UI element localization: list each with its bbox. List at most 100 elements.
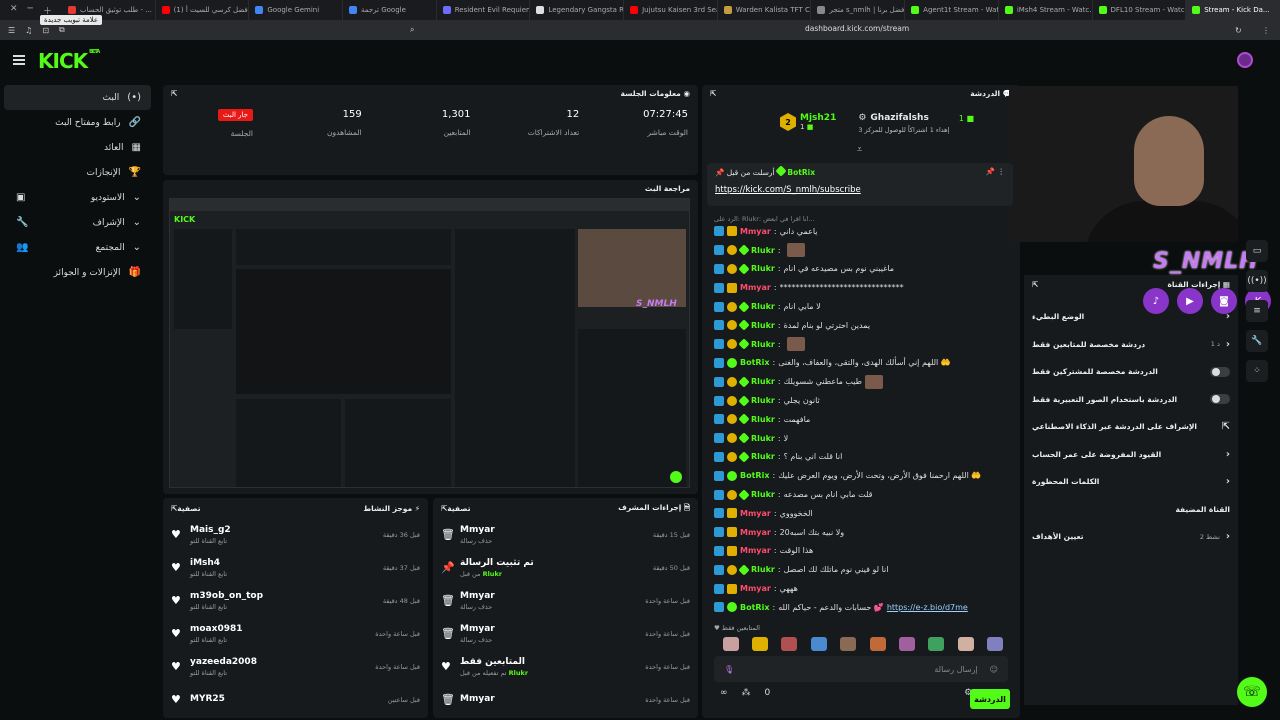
extensions-icon[interactable]: ⧉ <box>59 25 65 35</box>
supporter-emote[interactable] <box>987 637 1004 651</box>
apps-icon[interactable]: ⁘ <box>1246 360 1268 382</box>
supporter-emote[interactable] <box>899 637 916 651</box>
chat-username[interactable]: Rlukr <box>751 415 775 424</box>
chat-message[interactable]: Mmyar: هذا الوقت <box>702 542 1020 561</box>
supporter-emote[interactable] <box>781 637 798 651</box>
chat-username[interactable]: Mmyar <box>740 584 771 593</box>
stream-preview-video[interactable]: KICK S_NMLH <box>169 198 690 488</box>
help-chat-icon[interactable]: ☏ <box>1237 677 1267 707</box>
chat-message[interactable]: Mmyar: ياعمي داني <box>702 222 1020 241</box>
sidebar-item[interactable]: 🔧 الإشراف ⌄ <box>4 210 151 235</box>
browser-tab[interactable]: Jujutsu Kaisen 3rd Season ... <box>624 0 718 20</box>
activity-filter[interactable]: تصفية <box>177 504 200 513</box>
toggle-switch[interactable] <box>1210 366 1230 377</box>
chat-username[interactable]: BotRix <box>740 471 769 480</box>
chat-username[interactable]: Mmyar <box>740 528 771 537</box>
hamburger-menu-icon[interactable] <box>13 55 25 65</box>
chat-message[interactable]: Rlukr: <box>702 335 1020 354</box>
more-icon[interactable]: ⋮ <box>1262 26 1270 35</box>
channel-action-row[interactable]: القناة المضيفة <box>1024 496 1238 524</box>
chat-bubble-icon[interactable]: ▭ <box>1246 240 1268 262</box>
chevron-down-icon[interactable]: ⩡ <box>857 145 862 155</box>
popout-icon[interactable]: ⇱ <box>710 89 716 98</box>
channel-action-row[interactable]: الإشراف على الدردشة عبر الذكاء الاصطناعي… <box>1024 413 1238 441</box>
supporter-emote[interactable] <box>810 637 827 651</box>
channel-action-row[interactable]: دردشة مخصصة للمتابعين فقط 1 د › <box>1024 331 1238 359</box>
chat-username[interactable]: Rlukr <box>751 377 775 386</box>
chat-message[interactable]: Mmyar: هههي <box>702 579 1020 598</box>
sidebar-item[interactable]: العائد ▦ <box>4 135 151 160</box>
chat-message[interactable]: Rlukr: طيب ماعطني شسويلك <box>702 372 1020 391</box>
chat-username[interactable]: Rlukr <box>751 302 775 311</box>
chat-username[interactable]: Mmyar <box>740 546 771 555</box>
chat-username[interactable]: Rlukr <box>751 321 775 330</box>
chat-username[interactable]: Mmyar <box>740 227 771 236</box>
popout-icon[interactable]: ⇱ <box>1032 280 1038 289</box>
activity-row[interactable]: ♥ iMsh4 تابع القناة للتو قبل 37 دقيقة <box>163 551 428 584</box>
chat-message[interactable]: BotRix: حسابات والدعم - حياكم الله 💕 htt… <box>702 598 1020 617</box>
menu-icon[interactable]: ☰ <box>8 26 15 35</box>
chat-message[interactable]: Mmyar: الخخوووي <box>702 504 1020 523</box>
chat-username[interactable]: Rlukr <box>751 264 775 273</box>
chat-username[interactable]: Mmyar <box>740 283 771 292</box>
close-window-icon[interactable]: ✕ <box>10 4 18 17</box>
chat-username[interactable]: Rlukr <box>751 246 775 255</box>
supporter-emote[interactable] <box>957 637 974 651</box>
search-icon[interactable]: ⌕ <box>410 25 414 35</box>
chat-username[interactable]: Rlukr <box>751 396 775 405</box>
chat-message[interactable]: Rlukr: مافهمت <box>702 410 1020 429</box>
chat-message[interactable]: Mmyar: ******************************* <box>702 278 1020 297</box>
browser-tab[interactable]: Resident Evil Requiem <box>437 0 531 20</box>
mod-action-row[interactable]: ♥ المتابعين فقط تم تفعيله من قبل Rlukr قبل … <box>433 650 698 683</box>
activity-row[interactable]: ♥ Mais_g2 تابع القناة للتو قبل 36 دقيقة <box>163 518 428 551</box>
chat-message[interactable]: Rlukr: ماغيبني نوم بس مصيدعه في انام <box>702 260 1020 279</box>
mod-action-row[interactable]: 🗑 Mmyar حذف رسالة قبل ساعة واحدة <box>433 584 698 617</box>
channel-action-row[interactable]: الوضع البطيء › <box>1024 303 1238 331</box>
browser-tab[interactable]: Warden Kalista TFT Com... <box>718 0 812 20</box>
chat-message[interactable]: BotRix: اللهم إني أسألك الهدى، والتقى، و… <box>702 354 1020 373</box>
mod-action-row[interactable]: 🗑 Mmyar قبل ساعة واحدة <box>433 683 698 716</box>
chat-link[interactable]: https://e-z.bio/d7me <box>887 603 968 612</box>
channel-action-row[interactable]: القيود المفروضة على عمر الحساب › <box>1024 441 1238 469</box>
infinity-icon[interactable]: ∞ <box>720 688 728 698</box>
browser-tab[interactable]: (1) أفضل كرسي للسيت أ... <box>156 0 250 20</box>
layers-icon[interactable]: ≡ <box>1246 300 1268 322</box>
popout-icon[interactable]: ⇱ <box>171 89 177 98</box>
supporter-emote[interactable] <box>840 637 857 651</box>
minimize-window-icon[interactable]: ─ <box>28 4 33 17</box>
channel-action-row[interactable]: الكلمات المحظورة › <box>1024 468 1238 496</box>
chat-username[interactable]: Rlukr <box>751 565 775 574</box>
browser-tab[interactable]: Agent1t Stream - Watch ... <box>905 0 999 20</box>
supporter-emote[interactable] <box>869 637 886 651</box>
pinned-link[interactable]: https://kick.com/S_nmlh/subscribe <box>715 185 1005 195</box>
chat-username[interactable]: Rlukr <box>751 452 775 461</box>
reload-icon[interactable]: ↻ <box>1235 26 1242 35</box>
sidebar-item[interactable]: الإنزالات و الجوائز 🎁 <box>4 260 151 285</box>
sidebar-item[interactable]: البث (•) <box>4 85 151 110</box>
broadcast-icon[interactable]: ((•)) <box>1246 270 1268 292</box>
browser-tab[interactable]: DFL10 Stream - Watch ... <box>1093 0 1187 20</box>
chat-message[interactable]: Rlukr: <box>702 241 1020 260</box>
activity-row[interactable]: ♥ MYR25 قبل ساعتين <box>163 683 428 716</box>
activity-row[interactable]: ♥ m39ob_on_top تابع القناة للتو قبل 48 دقيق… <box>163 584 428 617</box>
chat-username[interactable]: BotRix <box>740 603 769 612</box>
supporter-emote[interactable] <box>928 637 945 651</box>
supporter-emote[interactable] <box>722 637 739 651</box>
sidebar-item[interactable]: الإنجازات 🏆 <box>4 160 151 185</box>
sidebar-item[interactable]: ▣ الاستوديو ⌄ <box>4 185 151 210</box>
pinned-message[interactable]: 📌 أرسلت من قبل BotRix 📌 ⋮ https://kick.c… <box>707 163 1013 206</box>
points-icon[interactable]: ⁂ <box>742 688 751 698</box>
chat-message[interactable]: Rlukr: ثانون يجلي <box>702 391 1020 410</box>
mod-action-row[interactable]: 📌 تم تثبيت الرسالة من قبل Rlukr قبل 50 دقيق… <box>433 551 698 584</box>
mod-action-row[interactable]: 🗑 Mmyar حذف رسالة قبل ساعة واحدة <box>433 617 698 650</box>
browser-tab[interactable]: Legendary Gangsta Rap <box>530 0 625 20</box>
emoji-icon[interactable]: ☺ <box>990 665 998 674</box>
sidebar-item[interactable]: رابط ومفتاح البث 🔗 <box>4 110 151 135</box>
browser-tab[interactable]: Stream - Kick Da... <box>1186 0 1280 20</box>
chat-message[interactable]: Rlukr: انا لو فيني نوم ماتلك لك اصصل <box>702 560 1020 579</box>
more-icon[interactable]: ⋮ <box>998 167 1006 176</box>
chat-username[interactable]: Rlukr <box>751 340 775 349</box>
wrench-icon[interactable]: 🔧 <box>1246 330 1268 352</box>
kick-logo[interactable]: KICK BETA <box>38 49 100 73</box>
browser-tab[interactable]: Google Gemini <box>249 0 344 20</box>
